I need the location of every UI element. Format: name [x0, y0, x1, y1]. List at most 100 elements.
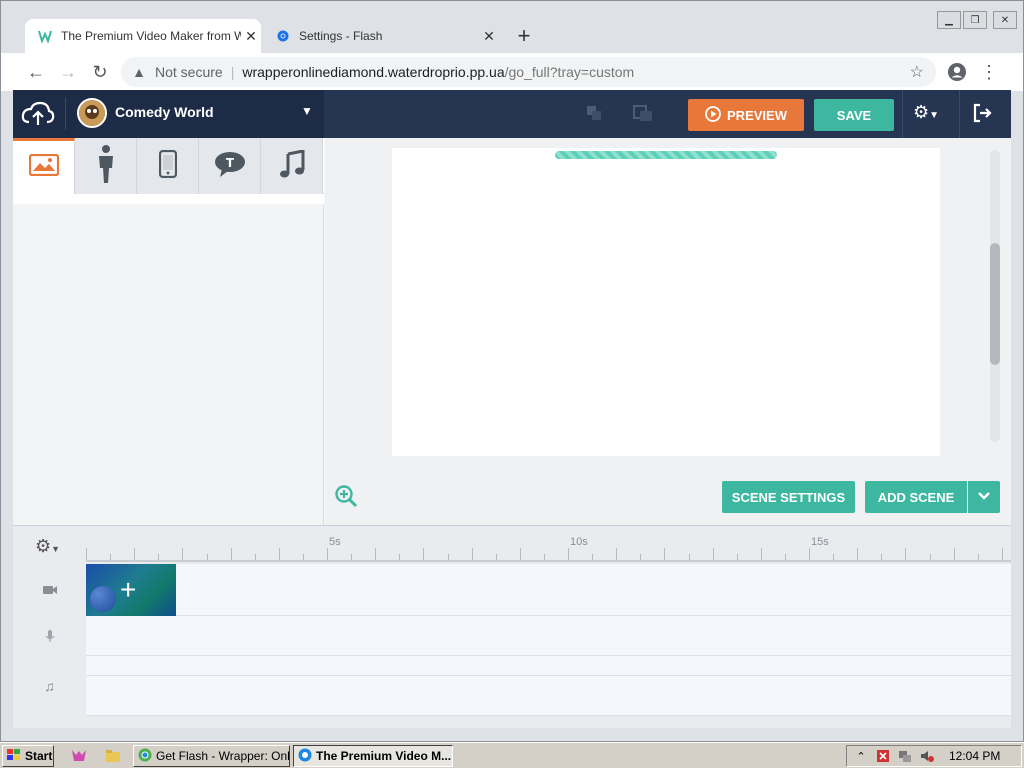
copy-scene-icon[interactable]	[585, 104, 605, 124]
bookmark-star-icon[interactable]: ☆	[910, 62, 924, 82]
scene-settings-button[interactable]: SCENE SETTINGS	[722, 481, 855, 513]
preview-button[interactable]: PREVIEW	[688, 99, 804, 131]
settings-gear-icon	[275, 28, 291, 44]
ruler-tick	[134, 548, 135, 560]
ruler-tick	[520, 548, 521, 560]
tab-strip: The Premium Video Maker from Wr ✕ Settin…	[1, 1, 1023, 53]
quick-launch-folder-icon[interactable]	[104, 747, 122, 765]
svg-text:T: T	[225, 156, 234, 170]
scene-thumbnail[interactable]: +	[86, 564, 176, 616]
ruler-tick	[544, 554, 545, 560]
tab-title: Settings - Flash	[299, 29, 383, 43]
video-maker-app: Comedy World ▼ PREVIEW SAVE ⚙▼ T SCENE S…	[13, 90, 1011, 728]
ruler-tick	[881, 554, 882, 560]
app-top-bar: Comedy World ▼ PREVIEW SAVE ⚙▼	[13, 90, 1011, 138]
minimize-button[interactable]: ▁	[937, 11, 961, 29]
tab-title: The Premium Video Maker from Wr	[61, 29, 241, 43]
task-label: Get Flash - Wrapper: Onl...	[156, 749, 290, 763]
quick-launch-fox-icon[interactable]	[70, 747, 88, 765]
tab-text[interactable]: T	[199, 138, 261, 194]
prop-icon	[158, 149, 177, 183]
ruler-tick	[375, 548, 376, 560]
ruler-tick	[472, 548, 473, 560]
chevron-down-icon	[977, 488, 991, 506]
ruler-tick	[713, 548, 714, 560]
music-note-icon: ♫	[44, 678, 55, 694]
music-track-2[interactable]	[86, 676, 1011, 716]
address-separator: |	[230, 64, 235, 80]
tray-network-icon[interactable]	[897, 748, 913, 764]
new-tab-button[interactable]: +	[513, 23, 535, 49]
ruler-tick	[207, 554, 208, 560]
start-button[interactable]: Start	[2, 745, 54, 767]
exit-icon[interactable]	[971, 102, 995, 126]
tab-settings-flash[interactable]: Settings - Flash ✕	[263, 19, 499, 53]
save-button[interactable]: SAVE	[814, 99, 894, 131]
ruler-tick	[689, 554, 690, 560]
ruler-tick	[785, 554, 786, 560]
ruler-tick	[592, 554, 593, 560]
ruler-tick	[568, 548, 569, 560]
tab-characters[interactable]	[75, 138, 137, 194]
ruler-tick	[930, 554, 931, 560]
scene-canvas[interactable]	[392, 148, 940, 456]
task-label: The Premium Video M...	[316, 749, 452, 763]
back-button[interactable]: ←	[23, 59, 49, 85]
browser-menu-icon[interactable]: ⋮	[976, 59, 1002, 85]
ruler-tick	[86, 548, 87, 560]
security-label: Not secure	[155, 64, 223, 80]
add-scene-dropdown-button[interactable]	[968, 481, 1000, 513]
ruler-tick	[231, 548, 232, 560]
system-tray: ⌃ 12:04 PM	[846, 745, 1022, 767]
address-bar[interactable]: ▲ Not secure | wrapperonlinediamond.wate…	[121, 57, 936, 87]
tab-props[interactable]	[137, 138, 199, 194]
restore-button[interactable]: ❐	[963, 11, 987, 29]
close-window-button[interactable]: ✕	[993, 11, 1017, 29]
tray-expand-icon[interactable]: ⌃	[853, 748, 869, 764]
add-icon: +	[120, 574, 137, 605]
close-tab-icon[interactable]: ✕	[241, 28, 261, 45]
chevron-down-icon[interactable]: ▼	[301, 104, 313, 118]
ruler-tick	[448, 554, 449, 560]
ruler-tick	[1002, 548, 1003, 560]
tab-video-maker[interactable]: The Premium Video Maker from Wr ✕	[25, 19, 261, 53]
ruler-tick-label: 5s	[329, 536, 341, 548]
music-icon	[279, 148, 305, 183]
close-tab-icon[interactable]: ✕	[479, 28, 499, 45]
scene-track[interactable]	[86, 564, 1011, 616]
window-controls: ▁ ❐ ✕	[937, 11, 1017, 29]
zoom-in-icon[interactable]	[334, 484, 358, 508]
stage-scrollbar-thumb[interactable]	[990, 243, 1000, 365]
tray-security-icon[interactable]	[875, 748, 891, 764]
tab-backgrounds[interactable]	[13, 138, 75, 194]
music-track-1[interactable]	[86, 656, 1011, 676]
reload-button[interactable]: ↻	[87, 59, 113, 85]
theme-name[interactable]: Comedy World	[115, 104, 214, 120]
profile-icon[interactable]	[944, 59, 970, 85]
taskbar-task-get-flash[interactable]: Get Flash - Wrapper: Onl...	[133, 745, 290, 767]
taskbar-task-premium-video[interactable]: The Premium Video M...	[293, 745, 453, 767]
forward-button[interactable]: →	[55, 59, 81, 85]
ruler-tick-label: 15s	[811, 536, 829, 548]
tab-music[interactable]	[261, 138, 323, 194]
paste-scene-icon[interactable]	[633, 104, 653, 124]
add-scene-button[interactable]: ADD SCENE	[865, 481, 967, 513]
stage-area: SCENE SETTINGS ADD SCENE	[325, 138, 1011, 525]
voice-track[interactable]	[86, 616, 1011, 656]
ruler-tick	[857, 548, 858, 560]
upload-cloud-icon[interactable]	[21, 100, 55, 128]
chrome-icon	[298, 748, 312, 765]
video-icon	[13, 564, 86, 616]
wrapper-favicon	[37, 28, 53, 44]
timeline-settings-gear-icon[interactable]: ⚙▼	[35, 536, 60, 557]
theme-avatar	[77, 98, 107, 128]
ruler-tick	[255, 554, 256, 560]
image-icon	[28, 153, 59, 181]
ruler-tick	[905, 548, 906, 560]
tray-volume-icon[interactable]	[919, 748, 935, 764]
ruler-tick	[954, 548, 955, 560]
timeline-ruler[interactable]: 5s 10s 15s	[86, 526, 1011, 562]
url-path: /go_full?tray=custom	[504, 64, 635, 80]
ruler-tick	[327, 548, 328, 560]
settings-gear-icon[interactable]: ⚙▼	[913, 102, 939, 123]
